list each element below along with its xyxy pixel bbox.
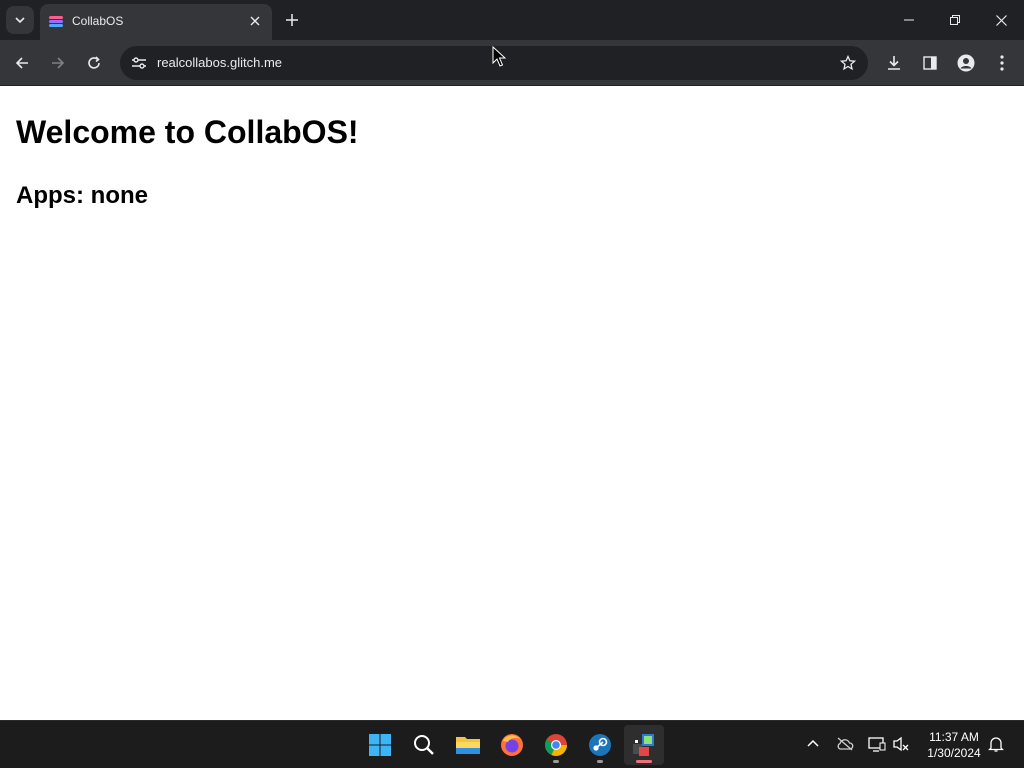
search-icon: [414, 735, 434, 755]
chrome-icon: [545, 734, 567, 756]
arrow-right-icon: [52, 57, 65, 69]
apps-status: Apps: none: [16, 182, 148, 209]
browser-menu-button[interactable]: [988, 49, 1016, 77]
plus-icon: [286, 14, 298, 26]
profile-button[interactable]: [952, 49, 980, 77]
arrow-left-icon: [15, 57, 28, 69]
steam-icon: [589, 734, 611, 756]
speaker-muted-icon: [893, 736, 909, 752]
browser-toolbar: realcollabos.glitch.me: [0, 40, 1024, 86]
clock-date: 1/30/2024: [927, 746, 981, 760]
reload-icon: [88, 56, 100, 69]
collabos-favicon: [49, 16, 63, 27]
active-indicator: [636, 760, 652, 763]
folder-icon: [456, 737, 480, 754]
running-indicator: [553, 760, 559, 763]
tab-strip: CollabOS: [0, 0, 1024, 40]
page-content: Welcome to CollabOS! Apps: none: [0, 87, 1024, 720]
network-tray-icon[interactable]: [866, 733, 888, 755]
chevron-up-icon: [807, 739, 819, 747]
tab-close-button[interactable]: [246, 12, 264, 30]
app-window-icon: [633, 734, 654, 756]
taskbar-search-button[interactable]: [404, 725, 444, 765]
windows-start-icon: [369, 734, 391, 756]
taskbar-steam[interactable]: [580, 725, 620, 765]
display-icon: [868, 737, 886, 752]
start-button[interactable]: [360, 725, 400, 765]
tray-overflow-button[interactable]: [802, 733, 824, 755]
chevron-down-icon: [15, 17, 25, 24]
taskbar-chrome[interactable]: [536, 725, 576, 765]
close-window-button[interactable]: [978, 0, 1024, 40]
tune-icon: [132, 57, 146, 69]
volume-tray-icon[interactable]: [890, 733, 912, 755]
running-indicator: [597, 760, 603, 763]
active-tab[interactable]: CollabOS: [40, 4, 272, 40]
windows-taskbar: 11:37 AM 1/30/2024: [0, 720, 1024, 768]
taskbar-firefox[interactable]: [492, 725, 532, 765]
bookmark-button[interactable]: [834, 49, 862, 77]
restore-icon: [950, 15, 960, 25]
restore-button[interactable]: [932, 0, 978, 40]
url-text[interactable]: realcollabos.glitch.me: [157, 55, 282, 70]
forward-button[interactable]: [44, 49, 72, 77]
tab-title: CollabOS: [72, 14, 124, 28]
tab-search-button[interactable]: [6, 6, 34, 34]
bell-icon: [988, 737, 1004, 752]
kebab-icon: [1000, 55, 1004, 71]
onedrive-tray-icon[interactable]: [834, 733, 856, 755]
downloads-button[interactable]: [880, 49, 908, 77]
download-icon: [888, 56, 900, 70]
back-button[interactable]: [8, 49, 36, 77]
taskbar-clock[interactable]: 11:37 AM 1/30/2024: [918, 729, 990, 761]
site-info-button[interactable]: [125, 49, 153, 77]
taskbar-active-app[interactable]: [624, 725, 664, 765]
person-icon: [957, 54, 975, 72]
star-icon: [840, 55, 856, 71]
close-icon: [995, 14, 1007, 26]
mouse-cursor-icon: [492, 46, 506, 67]
side-panel-button[interactable]: [916, 49, 944, 77]
page-heading: Welcome to CollabOS!: [16, 114, 359, 150]
reload-button[interactable]: [80, 49, 108, 77]
notifications-button[interactable]: [985, 733, 1007, 755]
taskbar-file-explorer[interactable]: [448, 725, 488, 765]
clock-time: 11:37 AM: [929, 730, 979, 744]
minimize-button[interactable]: [886, 0, 932, 40]
side-panel-icon: [923, 56, 937, 70]
firefox-icon: [501, 734, 523, 756]
close-icon: [250, 16, 260, 26]
minimize-icon: [904, 19, 914, 21]
new-tab-button[interactable]: [280, 8, 304, 32]
cloud-off-icon: [837, 737, 854, 751]
